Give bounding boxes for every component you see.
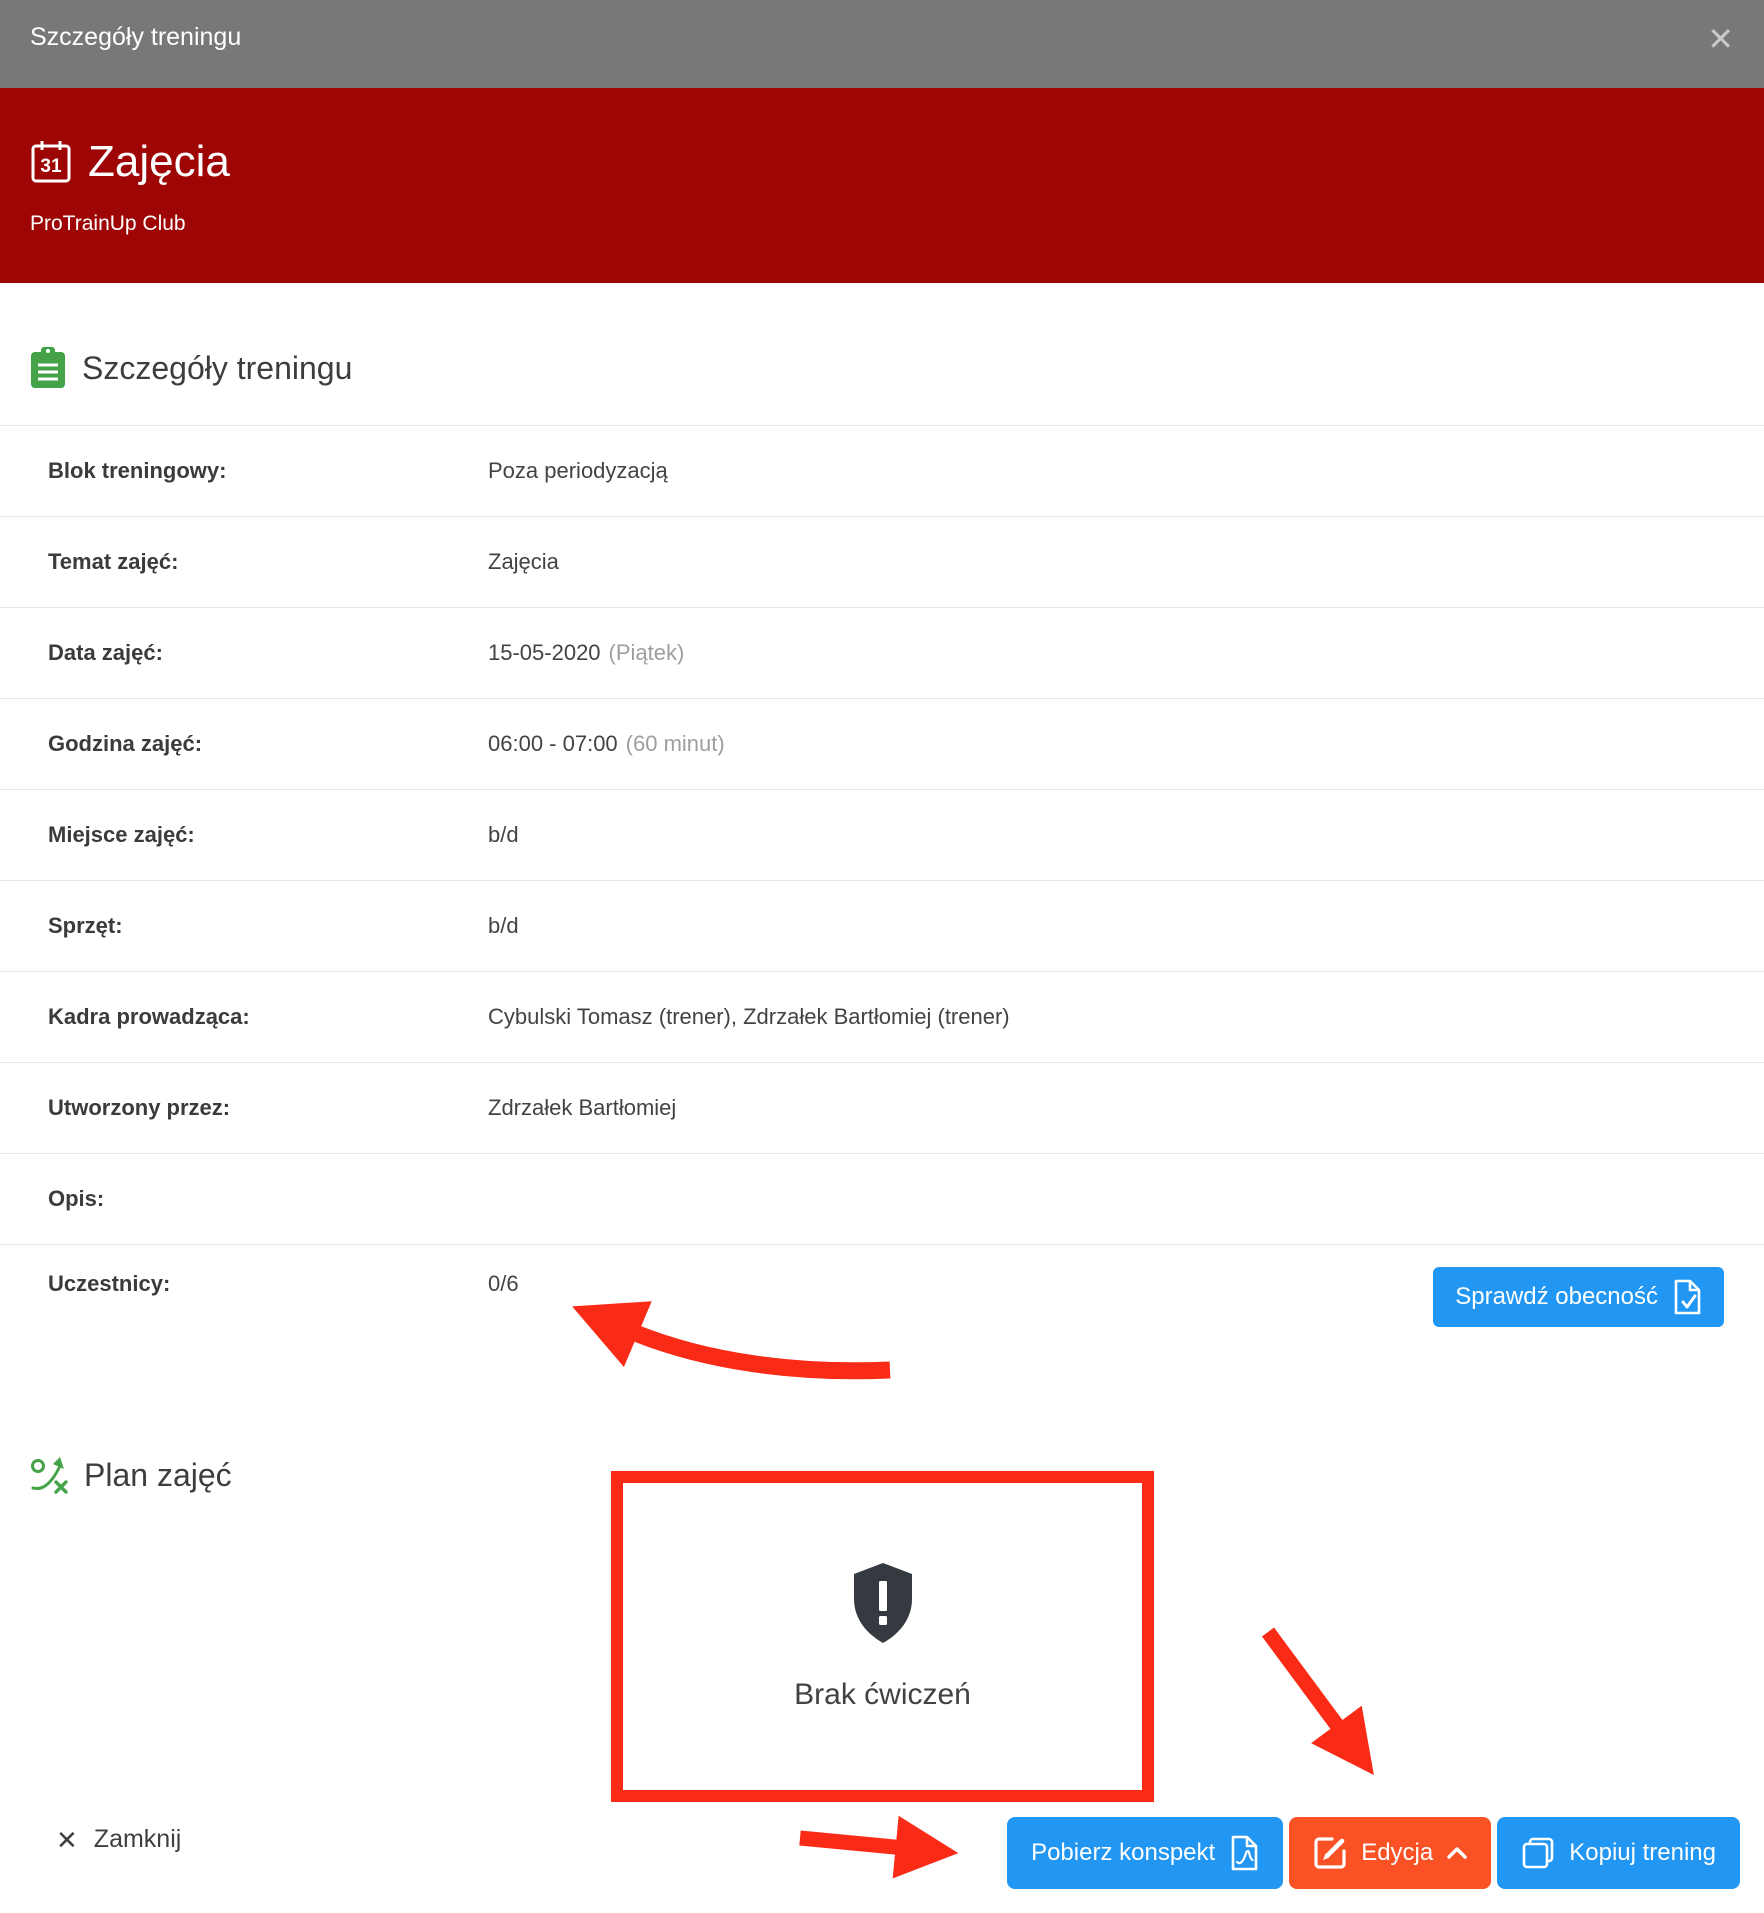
table-row: Sprzęt: b/d [0, 880, 1764, 971]
details-section-header: Szczegóły treningu [0, 283, 1764, 389]
shield-exclamation-icon [851, 1562, 915, 1644]
close-icon[interactable]: ✕ [1707, 23, 1734, 55]
table-row: Blok treningowy: Poza periodyzacją [0, 425, 1764, 516]
detail-value: Zdrzałek Bartłomiej [488, 1095, 684, 1121]
plan-section-header: Plan zajęć [30, 1455, 232, 1495]
participants-count: 0/6 [488, 1271, 519, 1297]
detail-label: Godzina zajęć: [48, 731, 488, 757]
copy-training-label: Kopiuj trening [1569, 1839, 1716, 1867]
detail-label: Kadra prowadząca: [48, 1004, 488, 1030]
table-row: Opis: [0, 1153, 1764, 1244]
detail-value: Zajęcia [488, 549, 567, 575]
detail-label: Blok treningowy: [48, 458, 488, 484]
participants-label: Uczestnicy: [48, 1271, 488, 1297]
table-row: Kadra prowadząca: Cybulski Tomasz (trene… [0, 971, 1764, 1062]
details-table: Blok treningowy: Poza periodyzacją Temat… [0, 425, 1764, 1391]
table-row: Godzina zajęć: 06:00 - 07:00 (60 minut) [0, 698, 1764, 789]
table-row: Utworzony przez: Zdrzałek Bartłomiej [0, 1062, 1764, 1153]
detail-value-text: Zdrzałek Bartłomiej [488, 1095, 676, 1120]
detail-value: Cybulski Tomasz (trener), Zdrzałek Bartł… [488, 1004, 1018, 1030]
pdf-file-icon [1229, 1835, 1259, 1871]
empty-state-text: Brak ćwiczeń [794, 1678, 971, 1712]
detail-value-text: b/d [488, 822, 519, 847]
close-label: Zamknij [94, 1825, 182, 1854]
edit-button[interactable]: Edycja [1289, 1817, 1491, 1889]
edit-pencil-icon [1313, 1836, 1347, 1870]
table-row: Temat zajęć: Zajęcia [0, 516, 1764, 607]
svg-text:31: 31 [40, 156, 62, 177]
detail-label: Sprzęt: [48, 913, 488, 939]
detail-value-text: 15-05-2020 [488, 640, 601, 665]
participants-row: Uczestnicy: 0/6 Sprawdź obecność [0, 1244, 1764, 1391]
tactics-icon [30, 1455, 70, 1495]
club-name: ProTrainUp Club [30, 212, 1734, 236]
close-x-icon: ✕ [56, 1827, 78, 1853]
detail-value-text: 06:00 - 07:00 [488, 731, 618, 756]
details-section-title: Szczegóły treningu [82, 347, 352, 389]
training-details-modal: { "modal": { "title": "Szczegóły trening… [0, 0, 1764, 1910]
page-title: Zajęcia [88, 138, 230, 186]
calendar-icon: 31 [30, 139, 72, 185]
plan-and-footer: Plan zajęć Brak ćwiczeń ✕ Zamknij Pobier… [0, 1391, 1764, 1913]
download-outline-label: Pobierz konspekt [1031, 1839, 1215, 1867]
detail-value: 06:00 - 07:00 (60 minut) [488, 731, 725, 757]
detail-value-muted: (60 minut) [626, 731, 725, 756]
detail-label: Temat zajęć: [48, 549, 488, 575]
detail-value [488, 1186, 496, 1212]
detail-label: Opis: [48, 1186, 488, 1212]
chevron-up-icon [1447, 1847, 1467, 1859]
detail-value-text: Zajęcia [488, 549, 559, 574]
detail-value-muted: (Piątek) [609, 640, 685, 665]
modal-title: Szczegóły treningu [30, 23, 241, 52]
detail-label: Utworzony przez: [48, 1095, 488, 1121]
detail-label: Miejsce zajęć: [48, 822, 488, 848]
copy-training-button[interactable]: Kopiuj trening [1497, 1817, 1740, 1889]
plan-section-title: Plan zajęć [84, 1457, 232, 1494]
detail-value: b/d [488, 913, 527, 939]
check-attendance-label: Sprawdź obecność [1455, 1283, 1658, 1311]
close-modal-button[interactable]: ✕ Zamknij [56, 1825, 181, 1854]
document-check-icon [1672, 1279, 1702, 1315]
detail-value: Poza periodyzacją [488, 458, 676, 484]
table-row: Data zajęć: 15-05-2020 (Piątek) [0, 607, 1764, 698]
detail-value-text: b/d [488, 913, 519, 938]
edit-label: Edycja [1361, 1839, 1433, 1867]
detail-value: 15-05-2020 (Piątek) [488, 640, 684, 666]
no-exercises-annotation-box: Brak ćwiczeń [611, 1471, 1154, 1802]
table-row: Miejsce zajęć: b/d [0, 789, 1764, 880]
detail-value-text: Cybulski Tomasz (trener), Zdrzałek Bartł… [488, 1004, 1010, 1029]
footer-action-buttons: Pobierz konspekt Edycja [1007, 1817, 1740, 1889]
training-banner: 31 Zajęcia ProTrainUp Club [0, 88, 1764, 283]
detail-value: b/d [488, 822, 527, 848]
detail-value-text: Poza periodyzacją [488, 458, 668, 483]
modal-header: Szczegóły treningu ✕ [0, 0, 1764, 88]
download-outline-button[interactable]: Pobierz konspekt [1007, 1817, 1283, 1889]
copy-icon [1521, 1836, 1555, 1870]
detail-label: Data zajęć: [48, 640, 488, 666]
clipboard-icon [30, 347, 66, 389]
check-attendance-button[interactable]: Sprawdź obecność [1433, 1267, 1724, 1327]
